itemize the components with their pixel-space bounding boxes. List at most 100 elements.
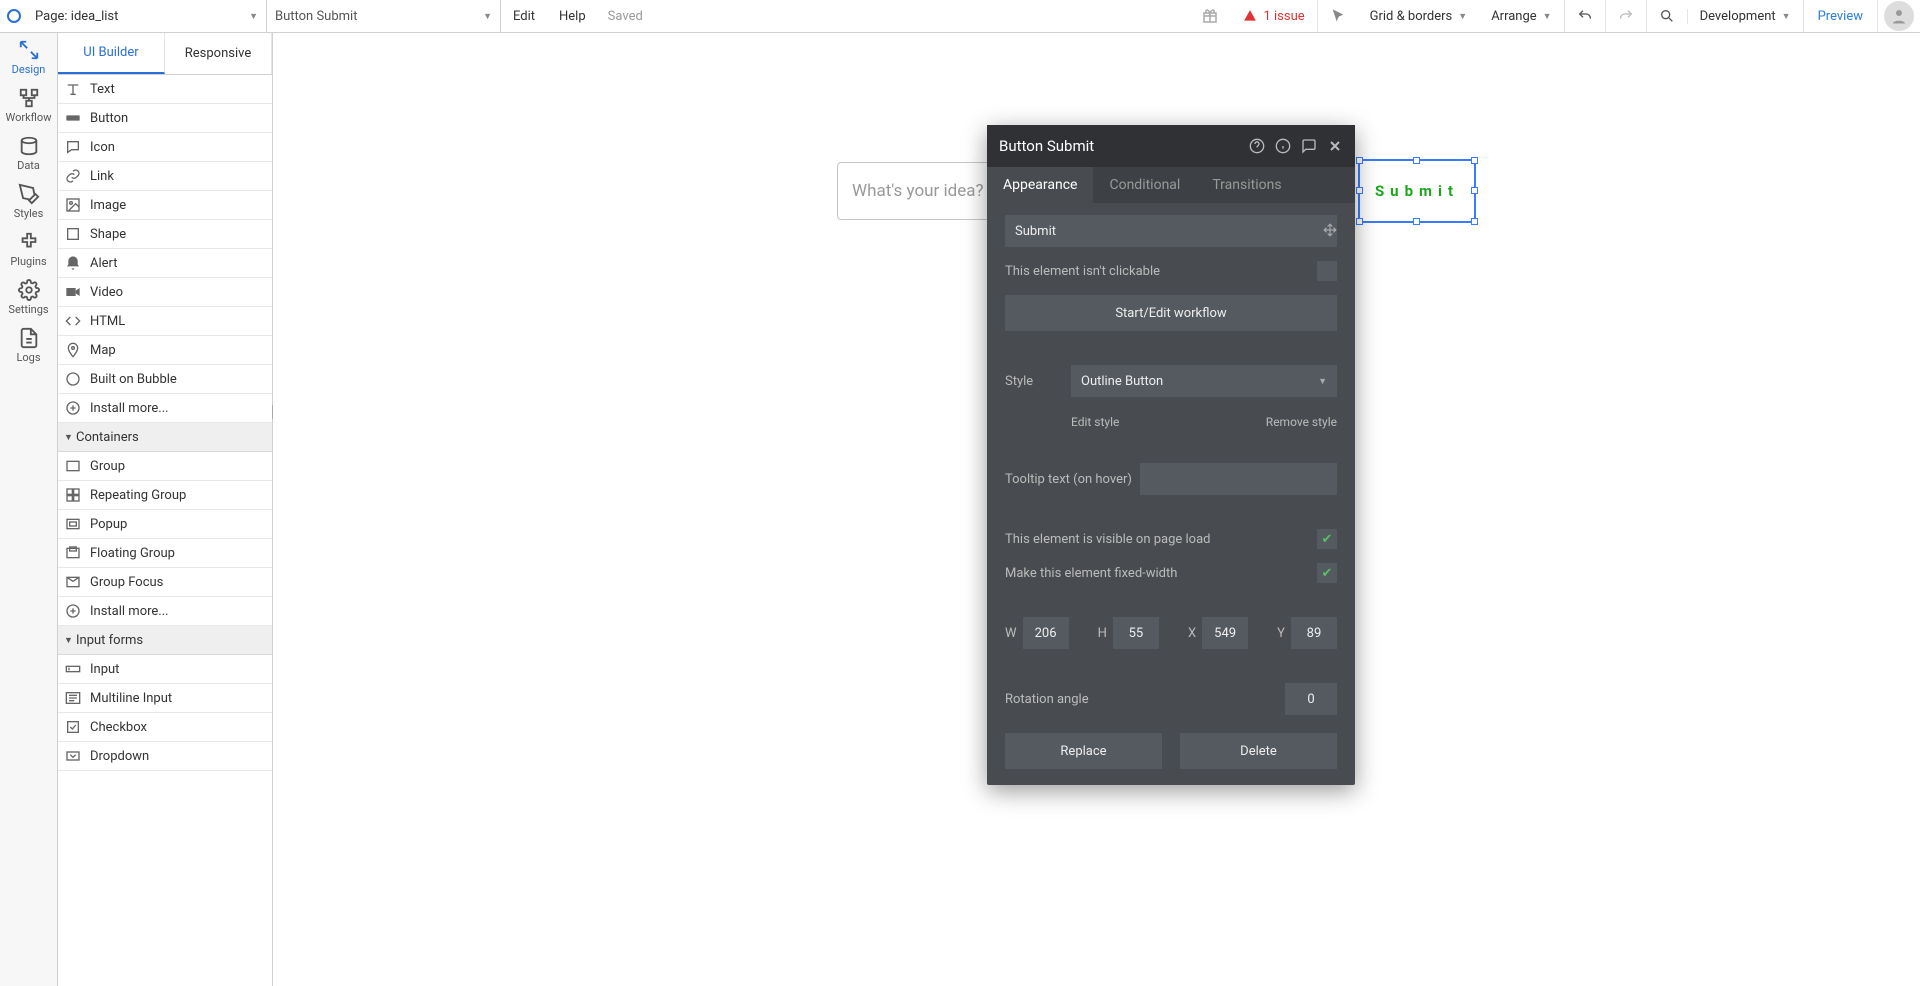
close-icon[interactable] [1327,138,1343,154]
checkbox-icon [64,718,82,736]
arrange-label: Arrange [1491,9,1536,24]
page-selector[interactable]: Page: idea_list ▼ [27,0,267,32]
resize-handle-mt[interactable] [1413,157,1420,164]
undo-button[interactable] [1564,0,1605,32]
bubble-logo[interactable] [0,0,27,33]
palette-icon[interactable]: Icon [58,133,272,162]
palette-repeating[interactable]: Repeating Group [58,481,272,510]
nav-logs[interactable]: Logs [0,321,57,369]
element-selector[interactable]: Button Submit ▼ [267,0,501,32]
nav-design[interactable]: Design [0,33,57,81]
nav-styles[interactable]: Styles [0,177,57,225]
element-text-input[interactable] [1005,215,1337,247]
palette-button[interactable]: Button [58,104,272,133]
nav-design-label: Design [12,63,46,76]
y-input[interactable] [1291,617,1337,649]
selected-element-submit-button[interactable]: Submit [1358,159,1476,223]
move-icon[interactable] [1323,223,1337,241]
remove-style-link[interactable]: Remove style [1266,415,1337,429]
spacer [1005,597,1337,603]
rotation-input[interactable] [1285,683,1337,715]
palette-input[interactable]: Input [58,655,272,684]
property-inspector[interactable]: Button Submit Appearance Conditional Tra… [987,125,1355,785]
edit-style-link[interactable]: Edit style [1071,415,1119,429]
palette-video[interactable]: Video [58,278,272,307]
palette-item-label: Group Focus [90,575,163,590]
palette-floating[interactable]: Floating Group [58,539,272,568]
comment-icon[interactable] [1301,138,1317,154]
tab-transitions[interactable]: Transitions [1196,167,1297,203]
nav-data[interactable]: Data [0,129,57,177]
grid-borders-menu[interactable]: Grid & borders ▼ [1358,9,1480,24]
resize-handle-tr[interactable] [1471,157,1478,164]
inspector-header[interactable]: Button Submit [987,125,1355,167]
edit-menu[interactable]: Edit [501,0,547,32]
palette-text[interactable]: Text [58,75,272,104]
help-menu[interactable]: Help [547,0,598,32]
chevron-down-icon: ▼ [249,11,258,22]
gift-icon[interactable] [1189,0,1231,32]
cursor-icon[interactable] [1317,0,1358,32]
section-input-forms[interactable]: ▼Input forms [58,626,272,655]
palette-image[interactable]: Image [58,191,272,220]
redo-button[interactable] [1605,0,1646,32]
palette-popup[interactable]: Popup [58,510,272,539]
height-input[interactable] [1113,617,1159,649]
palette-shape[interactable]: Shape [58,220,272,249]
account-avatar[interactable] [1884,1,1914,31]
style-select[interactable]: Outline Button ▼ [1071,365,1337,397]
palette-install[interactable]: Install more... [58,394,272,423]
width-input[interactable] [1023,617,1069,649]
page-selector-label: Page: idea_list [35,9,118,24]
nav-settings[interactable]: Settings [0,273,57,321]
x-input[interactable] [1202,617,1248,649]
palette-item-label: Input [90,662,119,677]
tab-conditional[interactable]: Conditional [1093,167,1196,203]
arrange-menu[interactable]: Arrange ▼ [1479,9,1563,24]
resize-handle-ml[interactable] [1356,187,1363,194]
nav-plugins[interactable]: Plugins [0,225,57,273]
tab-ui-builder[interactable]: UI Builder [58,33,165,74]
help-icon[interactable] [1249,138,1265,154]
spacer [1005,443,1337,449]
palette-group[interactable]: Group [58,452,272,481]
resize-handle-bl[interactable] [1356,218,1363,225]
tooltip-input[interactable] [1140,463,1337,495]
fixed-width-checkbox[interactable] [1317,563,1337,583]
replace-button[interactable]: Replace [1005,733,1162,769]
palette-focus[interactable]: Group Focus [58,568,272,597]
not-clickable-checkbox[interactable] [1317,261,1337,281]
fixed-width-row: Make this element fixed-width [1005,563,1337,583]
palette-alert[interactable]: Alert [58,249,272,278]
info-icon[interactable] [1275,138,1291,154]
section-containers[interactable]: ▼Containers [58,423,272,452]
palette-link[interactable]: Link [58,162,272,191]
tab-responsive[interactable]: Responsive [165,33,272,74]
tab-appearance[interactable]: Appearance [987,167,1093,203]
palette-map[interactable]: Map [58,336,272,365]
palette-dropdown[interactable]: Dropdown [58,742,272,771]
palette-bubble[interactable]: Built on Bubble [58,365,272,394]
rotation-label: Rotation angle [1005,692,1089,707]
geometry-row: W H X Y [1005,617,1337,649]
palette-install[interactable]: Install more... [58,597,272,626]
visible-checkbox[interactable] [1317,529,1337,549]
resize-handle-mr[interactable] [1471,187,1478,194]
canvas[interactable]: What's your idea? Submit Button Submit [273,33,1920,986]
start-workflow-button[interactable]: Start/Edit workflow [1005,295,1337,331]
resize-handle-mb[interactable] [1413,218,1420,225]
environment-label: Development [1700,9,1776,24]
preview-button[interactable]: Preview [1803,0,1878,32]
palette-checkbox[interactable]: Checkbox [58,713,272,742]
search-icon[interactable] [1646,0,1687,32]
resize-handle-tl[interactable] [1356,157,1363,164]
delete-button[interactable]: Delete [1180,733,1337,769]
issues-badge[interactable]: 1 issue [1231,9,1316,24]
environment-selector[interactable]: Development ▼ [1687,9,1803,24]
resize-handle-br[interactable] [1471,218,1478,225]
palette-html[interactable]: HTML [58,307,272,336]
nav-workflow[interactable]: Workflow [0,81,57,129]
palette-multiline[interactable]: Multiline Input [58,684,272,713]
palette-item-label: Install more... [90,401,169,416]
repeating-icon [64,486,82,504]
